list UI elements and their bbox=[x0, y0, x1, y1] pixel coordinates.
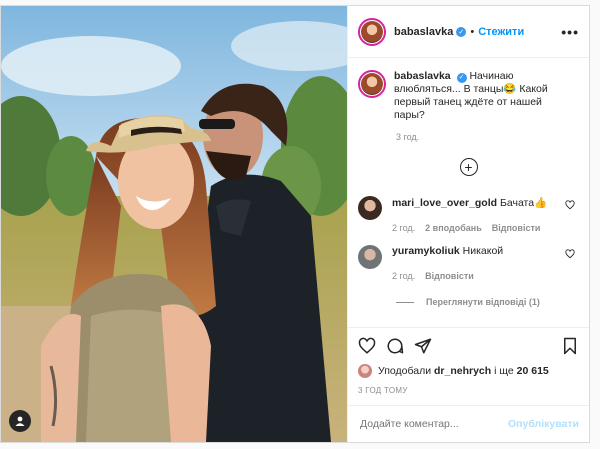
comment-item: mari_love_over_gold Бачата👍 2 год. 2 впо… bbox=[358, 196, 579, 233]
post-time-ago[interactable]: 3 ГОД ТОМУ bbox=[348, 378, 589, 395]
publish-button[interactable]: Опублікувати bbox=[508, 418, 579, 430]
comment-likes[interactable]: 2 вподобань bbox=[425, 223, 482, 233]
comment-username[interactable]: mari_love_over_gold bbox=[392, 197, 497, 209]
replies-divider-line bbox=[396, 301, 414, 303]
reply-button[interactable]: Відповісти bbox=[425, 271, 474, 281]
comment-meta: 2 год. Відповісти bbox=[392, 271, 562, 281]
caption: babaslavka ✓ Начинаю влюбляться... В тан… bbox=[358, 70, 579, 122]
liker-username[interactable]: dr_nehrych bbox=[434, 365, 491, 377]
more-options-icon[interactable]: ••• bbox=[561, 24, 579, 40]
reply-button[interactable]: Відповісти bbox=[492, 223, 541, 233]
user-icon bbox=[15, 416, 25, 426]
author-avatar[interactable] bbox=[358, 17, 386, 46]
post-side-panel: babaslavka ✓ • Стежити ••• babaslavka ✓ … bbox=[347, 6, 589, 442]
share-paper-plane-icon[interactable] bbox=[414, 337, 432, 355]
commenter-avatar[interactable] bbox=[358, 196, 382, 220]
comment-item: yuramykoliuk Никакой 2 год. Відповісти bbox=[358, 245, 579, 281]
comment-like-heart-icon[interactable] bbox=[565, 200, 575, 210]
comment-username[interactable]: yuramykoliuk bbox=[392, 245, 460, 257]
separator-dot: • bbox=[470, 25, 475, 38]
like-heart-icon[interactable] bbox=[358, 337, 376, 355]
likes-count[interactable]: 20 615 bbox=[517, 365, 549, 377]
commenter-avatar[interactable] bbox=[358, 245, 382, 269]
author-username[interactable]: babaslavka bbox=[394, 26, 453, 38]
add-comment-bar: Опублікувати bbox=[348, 405, 589, 442]
caption-username[interactable]: babaslavka bbox=[394, 70, 451, 82]
post-photo[interactable] bbox=[1, 6, 347, 442]
couple-photo bbox=[1, 6, 347, 442]
add-comment-input[interactable] bbox=[358, 417, 508, 431]
comment-like-heart-icon[interactable] bbox=[565, 249, 575, 259]
view-replies-label: Переглянути відповіді (1) bbox=[426, 297, 540, 307]
caption-avatar[interactable] bbox=[358, 70, 386, 98]
comment-time[interactable]: 2 год. bbox=[392, 223, 415, 233]
comment-bubble-icon[interactable] bbox=[386, 337, 404, 355]
caption-time[interactable]: 3 год. bbox=[396, 132, 579, 142]
instagram-post: babaslavka ✓ • Стежити ••• babaslavka ✓ … bbox=[0, 5, 590, 443]
comments-section: babaslavka ✓ Начинаю влюбляться... В тан… bbox=[348, 58, 589, 327]
verified-icon: ✓ bbox=[456, 72, 467, 83]
likes-summary: Уподобали dr_nehrych і ще 20 615 bbox=[348, 364, 589, 378]
view-replies-button[interactable]: Переглянути відповіді (1) bbox=[396, 297, 579, 307]
load-more-comments-icon[interactable]: + bbox=[459, 158, 478, 176]
comment-text: Бачата👍 bbox=[499, 197, 548, 209]
likes-middle: і ще bbox=[494, 365, 514, 377]
verified-icon: ✓ bbox=[456, 26, 467, 37]
comment-meta: 2 год. 2 вподобань Відповісти bbox=[392, 223, 562, 233]
user-tag-button[interactable] bbox=[9, 410, 31, 432]
liker-avatar[interactable] bbox=[358, 364, 372, 378]
post-actions-bar bbox=[348, 327, 589, 364]
comment-time[interactable]: 2 год. bbox=[392, 271, 415, 281]
follow-button[interactable]: Стежити bbox=[478, 26, 524, 38]
comment-text: Никакой bbox=[462, 245, 504, 257]
save-bookmark-icon[interactable] bbox=[561, 337, 579, 355]
likes-prefix: Уподобали bbox=[378, 365, 432, 377]
post-header: babaslavka ✓ • Стежити ••• bbox=[348, 6, 589, 58]
caption-text-block: babaslavka ✓ Начинаю влюбляться... В тан… bbox=[394, 70, 554, 122]
